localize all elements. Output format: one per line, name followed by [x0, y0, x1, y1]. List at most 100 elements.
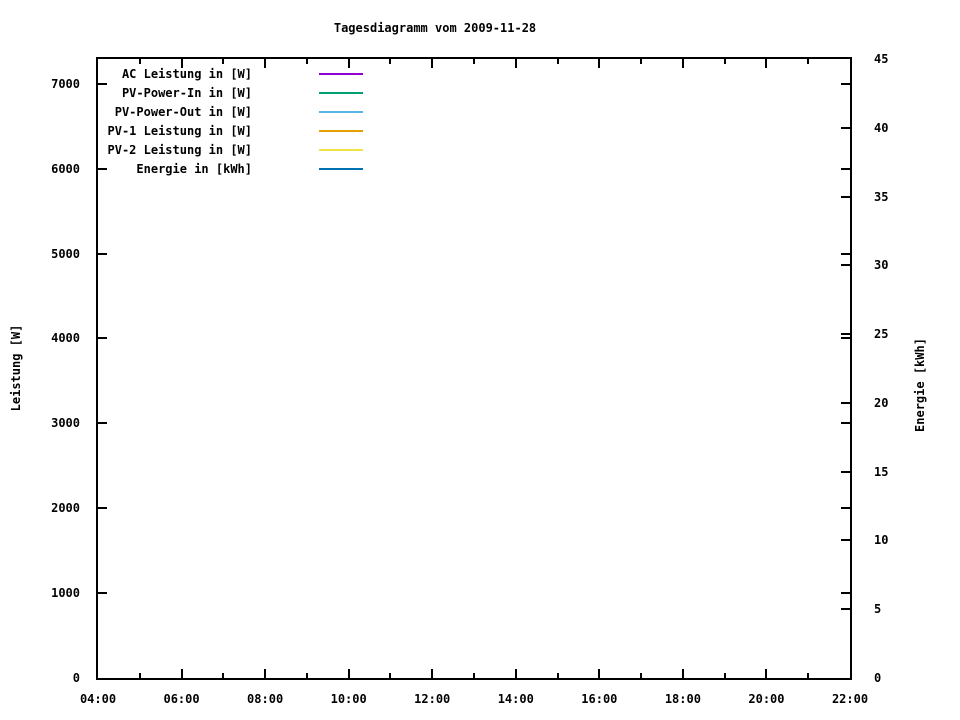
y-left-mirror-tick	[841, 252, 850, 255]
x-tick-label: 14:00	[497, 692, 534, 706]
x-major-tick	[264, 669, 267, 678]
x-major-tick-mirror	[514, 59, 517, 68]
x-tick-label: 18:00	[664, 692, 701, 706]
legend-item: PV-Power-In in [W]	[98, 84, 378, 103]
x-minor-tick	[473, 673, 475, 678]
x-minor-tick-mirror	[389, 59, 392, 64]
x-major-tick-mirror	[681, 59, 684, 68]
y-axis-right-title: Energie [kWh]	[913, 338, 927, 432]
x-minor-tick-mirror	[305, 59, 308, 64]
legend-item: PV-Power-Out in [W]	[98, 103, 378, 122]
y-left-mirror-tick	[841, 422, 850, 425]
x-major-tick	[598, 669, 601, 678]
y-right-major-tick	[841, 195, 850, 198]
x-minor-tick-mirror	[807, 59, 810, 64]
legend-label: AC Leistung in [W]	[121, 67, 252, 81]
x-major-tick	[514, 669, 517, 678]
y-left-mirror-tick	[841, 167, 850, 170]
x-minor-tick	[222, 673, 225, 678]
x-minor-tick	[807, 673, 810, 678]
legend-line-sample	[319, 111, 363, 113]
chart-title: Tagesdiagramm vom 2009-11-28	[333, 21, 537, 35]
y-right-major-tick	[841, 333, 850, 336]
x-major-tick-mirror	[347, 59, 350, 68]
y-right-tick-label: 25	[874, 327, 889, 342]
y-right-major-tick	[841, 401, 850, 404]
y-right-tick-label: 0	[874, 671, 882, 685]
y-left-tick-label: 7000	[51, 76, 80, 91]
y-left-major-tick	[98, 252, 107, 255]
y-right-tick-label: 15	[874, 464, 889, 479]
x-major-tick-mirror	[431, 59, 434, 68]
y-right-major-tick	[841, 470, 850, 473]
y-right-tick-label: 30	[874, 258, 889, 273]
legend-line-sample	[319, 168, 363, 170]
chart-canvas: Tagesdiagramm vom 2009-11-28 Leistung [W…	[0, 0, 960, 720]
y-right-tick-label: 40	[874, 120, 889, 135]
x-tick-label: 20:00	[748, 692, 785, 706]
x-major-tick-mirror	[180, 59, 183, 68]
x-minor-tick-mirror	[723, 59, 726, 64]
y-right-tick-label: 20	[874, 395, 889, 410]
y-right-tick-label: 10	[874, 533, 889, 548]
legend-line-sample	[319, 149, 363, 151]
y-right-tick-label: 45	[874, 52, 889, 66]
legend-item: PV-1 Leistung in [W]	[98, 122, 378, 141]
x-minor-tick	[556, 673, 559, 678]
x-tick-label: 12:00	[414, 692, 451, 706]
x-major-tick-mirror	[765, 59, 768, 68]
y-right-major-tick	[841, 126, 850, 129]
y-left-major-tick	[98, 82, 107, 85]
y-left-tick-label: 4000	[51, 331, 80, 346]
legend-label: PV-1 Leistung in [W]	[107, 124, 253, 138]
x-major-tick	[765, 669, 768, 678]
y-left-major-tick	[98, 592, 107, 595]
legend-line-sample	[319, 130, 363, 132]
x-major-tick-mirror	[598, 59, 601, 68]
y-left-tick-label: 0	[72, 671, 80, 685]
y-right-major-tick	[841, 539, 850, 542]
x-tick-label: 10:00	[330, 692, 367, 706]
y-right-major-tick	[841, 608, 850, 611]
y-left-mirror-tick	[841, 82, 850, 85]
plot-area: AC Leistung in [W] PV-Power-In in [W] PV-P…	[51, 52, 888, 706]
y-left-major-tick	[98, 337, 107, 340]
legend-item: Energie in [kWh]	[98, 160, 378, 179]
y-right-major-tick	[841, 264, 850, 267]
x-minor-tick	[640, 673, 643, 678]
legend-line-sample	[319, 92, 363, 94]
x-minor-tick	[389, 673, 392, 678]
y-left-tick-label: 3000	[51, 416, 80, 431]
x-major-tick	[180, 669, 183, 678]
y-right-tick-label: 35	[874, 189, 889, 204]
x-minor-tick-mirror	[222, 59, 225, 64]
y-left-major-tick	[98, 422, 107, 425]
x-minor-tick-mirror	[138, 59, 141, 64]
legend-label: PV-Power-Out in [W]	[114, 105, 252, 119]
x-major-tick	[431, 669, 434, 678]
x-minor-tick-mirror	[556, 59, 559, 64]
x-minor-tick	[305, 673, 308, 678]
x-minor-tick-mirror	[640, 59, 643, 64]
y-left-major-tick	[98, 507, 107, 510]
legend-label: PV-2 Leistung in [W]	[107, 143, 253, 157]
x-major-tick-mirror	[264, 59, 267, 68]
x-major-tick	[347, 669, 350, 678]
y-left-mirror-tick	[841, 337, 850, 340]
legend-label: PV-Power-In in [W]	[121, 86, 252, 100]
y-left-tick-label: 2000	[51, 501, 80, 516]
x-minor-tick	[138, 673, 141, 678]
legend-label: Energie in [kWh]	[136, 162, 252, 176]
x-major-tick	[681, 669, 684, 678]
x-minor-tick	[723, 673, 726, 678]
x-tick-label: 06:00	[163, 692, 200, 706]
legend-item: AC Leistung in [W]	[98, 65, 378, 84]
x-minor-tick-mirror	[473, 59, 475, 64]
y-left-major-tick	[98, 167, 107, 170]
legend-item: PV-2 Leistung in [W]	[98, 141, 378, 160]
x-tick-label: 16:00	[581, 692, 618, 706]
x-tick-label: 08:00	[247, 692, 284, 706]
y-left-tick-label: 6000	[51, 161, 80, 176]
x-tick-label: 22:00	[831, 692, 869, 706]
y-left-tick-label: 1000	[51, 586, 80, 601]
